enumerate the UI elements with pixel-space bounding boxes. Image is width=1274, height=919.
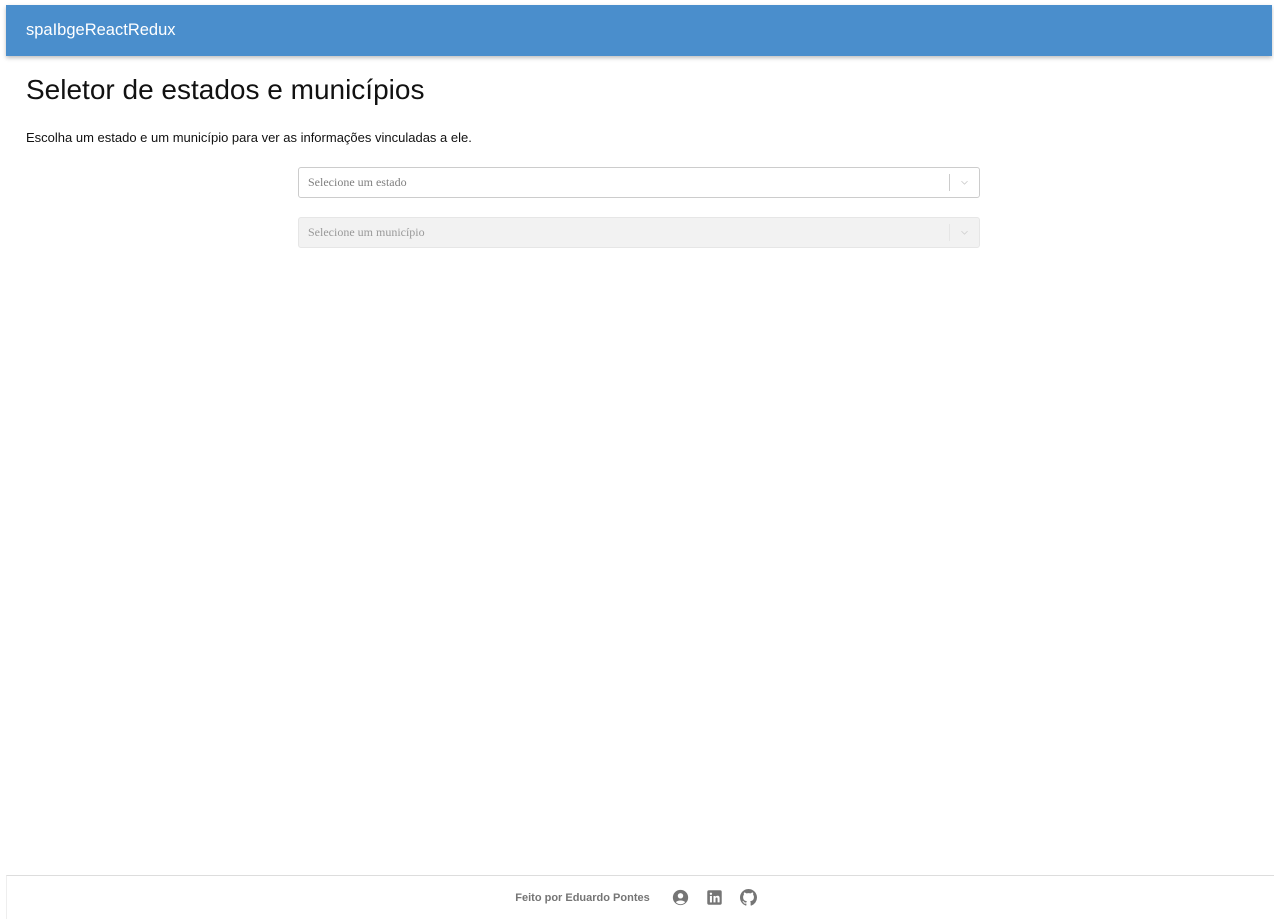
app-title[interactable]: spaIbgeReactRedux — [26, 21, 176, 40]
municipality-select-placeholder: Selecione um município — [308, 225, 425, 239]
state-select-dropdown-button[interactable] — [950, 168, 979, 197]
app-bar: spaIbgeReactRedux — [6, 5, 1272, 56]
municipality-select[interactable]: Selecione um município — [298, 217, 980, 248]
page-description: Escolha um estado e um município para ve… — [26, 130, 472, 145]
chevron-down-icon — [961, 230, 968, 235]
footer-credit: Feito por Eduardo Pontes — [515, 891, 650, 904]
user-circle-icon[interactable] — [672, 889, 690, 907]
footer: Feito por Eduardo Pontes — [6, 875, 1274, 919]
page-title: Seletor de estados e municípios — [26, 74, 425, 105]
state-select[interactable]: Selecione um estado — [298, 167, 980, 198]
chevron-down-icon — [961, 180, 968, 185]
linkedin-icon[interactable] — [706, 889, 724, 907]
page: spaIbgeReactRedux Seletor de estados e m… — [0, 0, 1274, 919]
github-icon[interactable] — [740, 889, 758, 907]
municipality-select-dropdown-button[interactable] — [950, 218, 979, 247]
state-select-placeholder: Selecione um estado — [308, 175, 407, 189]
